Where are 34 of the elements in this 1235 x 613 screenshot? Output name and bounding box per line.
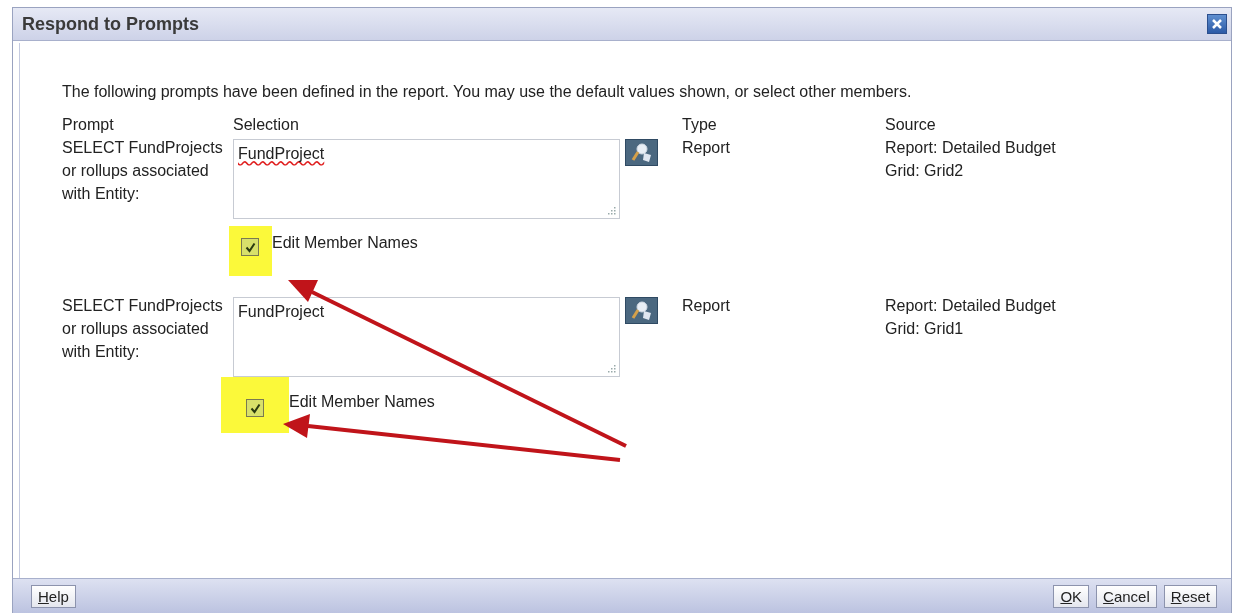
member-selector-icon: [629, 141, 654, 164]
source-text: Report: Detailed Budget: [885, 138, 1056, 158]
type-text: Report: [682, 296, 731, 316]
checkmark-icon: [249, 402, 261, 414]
dialog-button[interactable]: Cancel: [1096, 584, 1157, 608]
selection-field[interactable]: FundProject: [233, 297, 620, 377]
resize-grip-icon[interactable]: [607, 206, 616, 215]
prompt-text: SELECT FundProjects or rollups associated with Entity:: [62, 296, 224, 362]
resize-grip-icon[interactable]: [607, 364, 616, 373]
source-text: Grid: Grid2: [885, 161, 964, 181]
checkbox[interactable]: [246, 399, 264, 417]
checkbox-label: Edit Member Names: [272, 233, 418, 253]
close-icon: [1211, 18, 1223, 30]
help-button[interactable]: Help: [31, 584, 76, 608]
checkbox-label: Edit Member Names: [289, 392, 435, 412]
source-text: Report: Detailed Budget: [885, 296, 1056, 316]
column-header: Source: [885, 115, 937, 135]
checkmark-icon: [244, 241, 256, 253]
type-text: Report: [682, 138, 731, 158]
dialog-title: Respond to Prompts: [22, 13, 199, 35]
member-selector-icon: [629, 299, 654, 322]
member-selector-button[interactable]: [625, 297, 658, 324]
intro-text: The following prompts have been defined in the report. You may use the default values shown, or select other members.: [62, 83, 913, 101]
dialog-button[interactable]: Reset: [1163, 584, 1217, 608]
dialog-button[interactable]: OK: [1053, 584, 1090, 608]
selection-field[interactable]: FundProject: [233, 139, 620, 219]
checkbox[interactable]: [241, 238, 259, 256]
source-text: Grid: Grid1: [885, 319, 964, 339]
prompt-text: SELECT FundProjects or rollups associated with Entity:: [62, 138, 224, 204]
column-header: Type: [682, 115, 718, 135]
member-selector-button[interactable]: [625, 139, 658, 166]
close-button[interactable]: [1207, 14, 1227, 34]
column-header: Prompt: [62, 115, 115, 135]
column-header: Selection: [233, 115, 300, 135]
